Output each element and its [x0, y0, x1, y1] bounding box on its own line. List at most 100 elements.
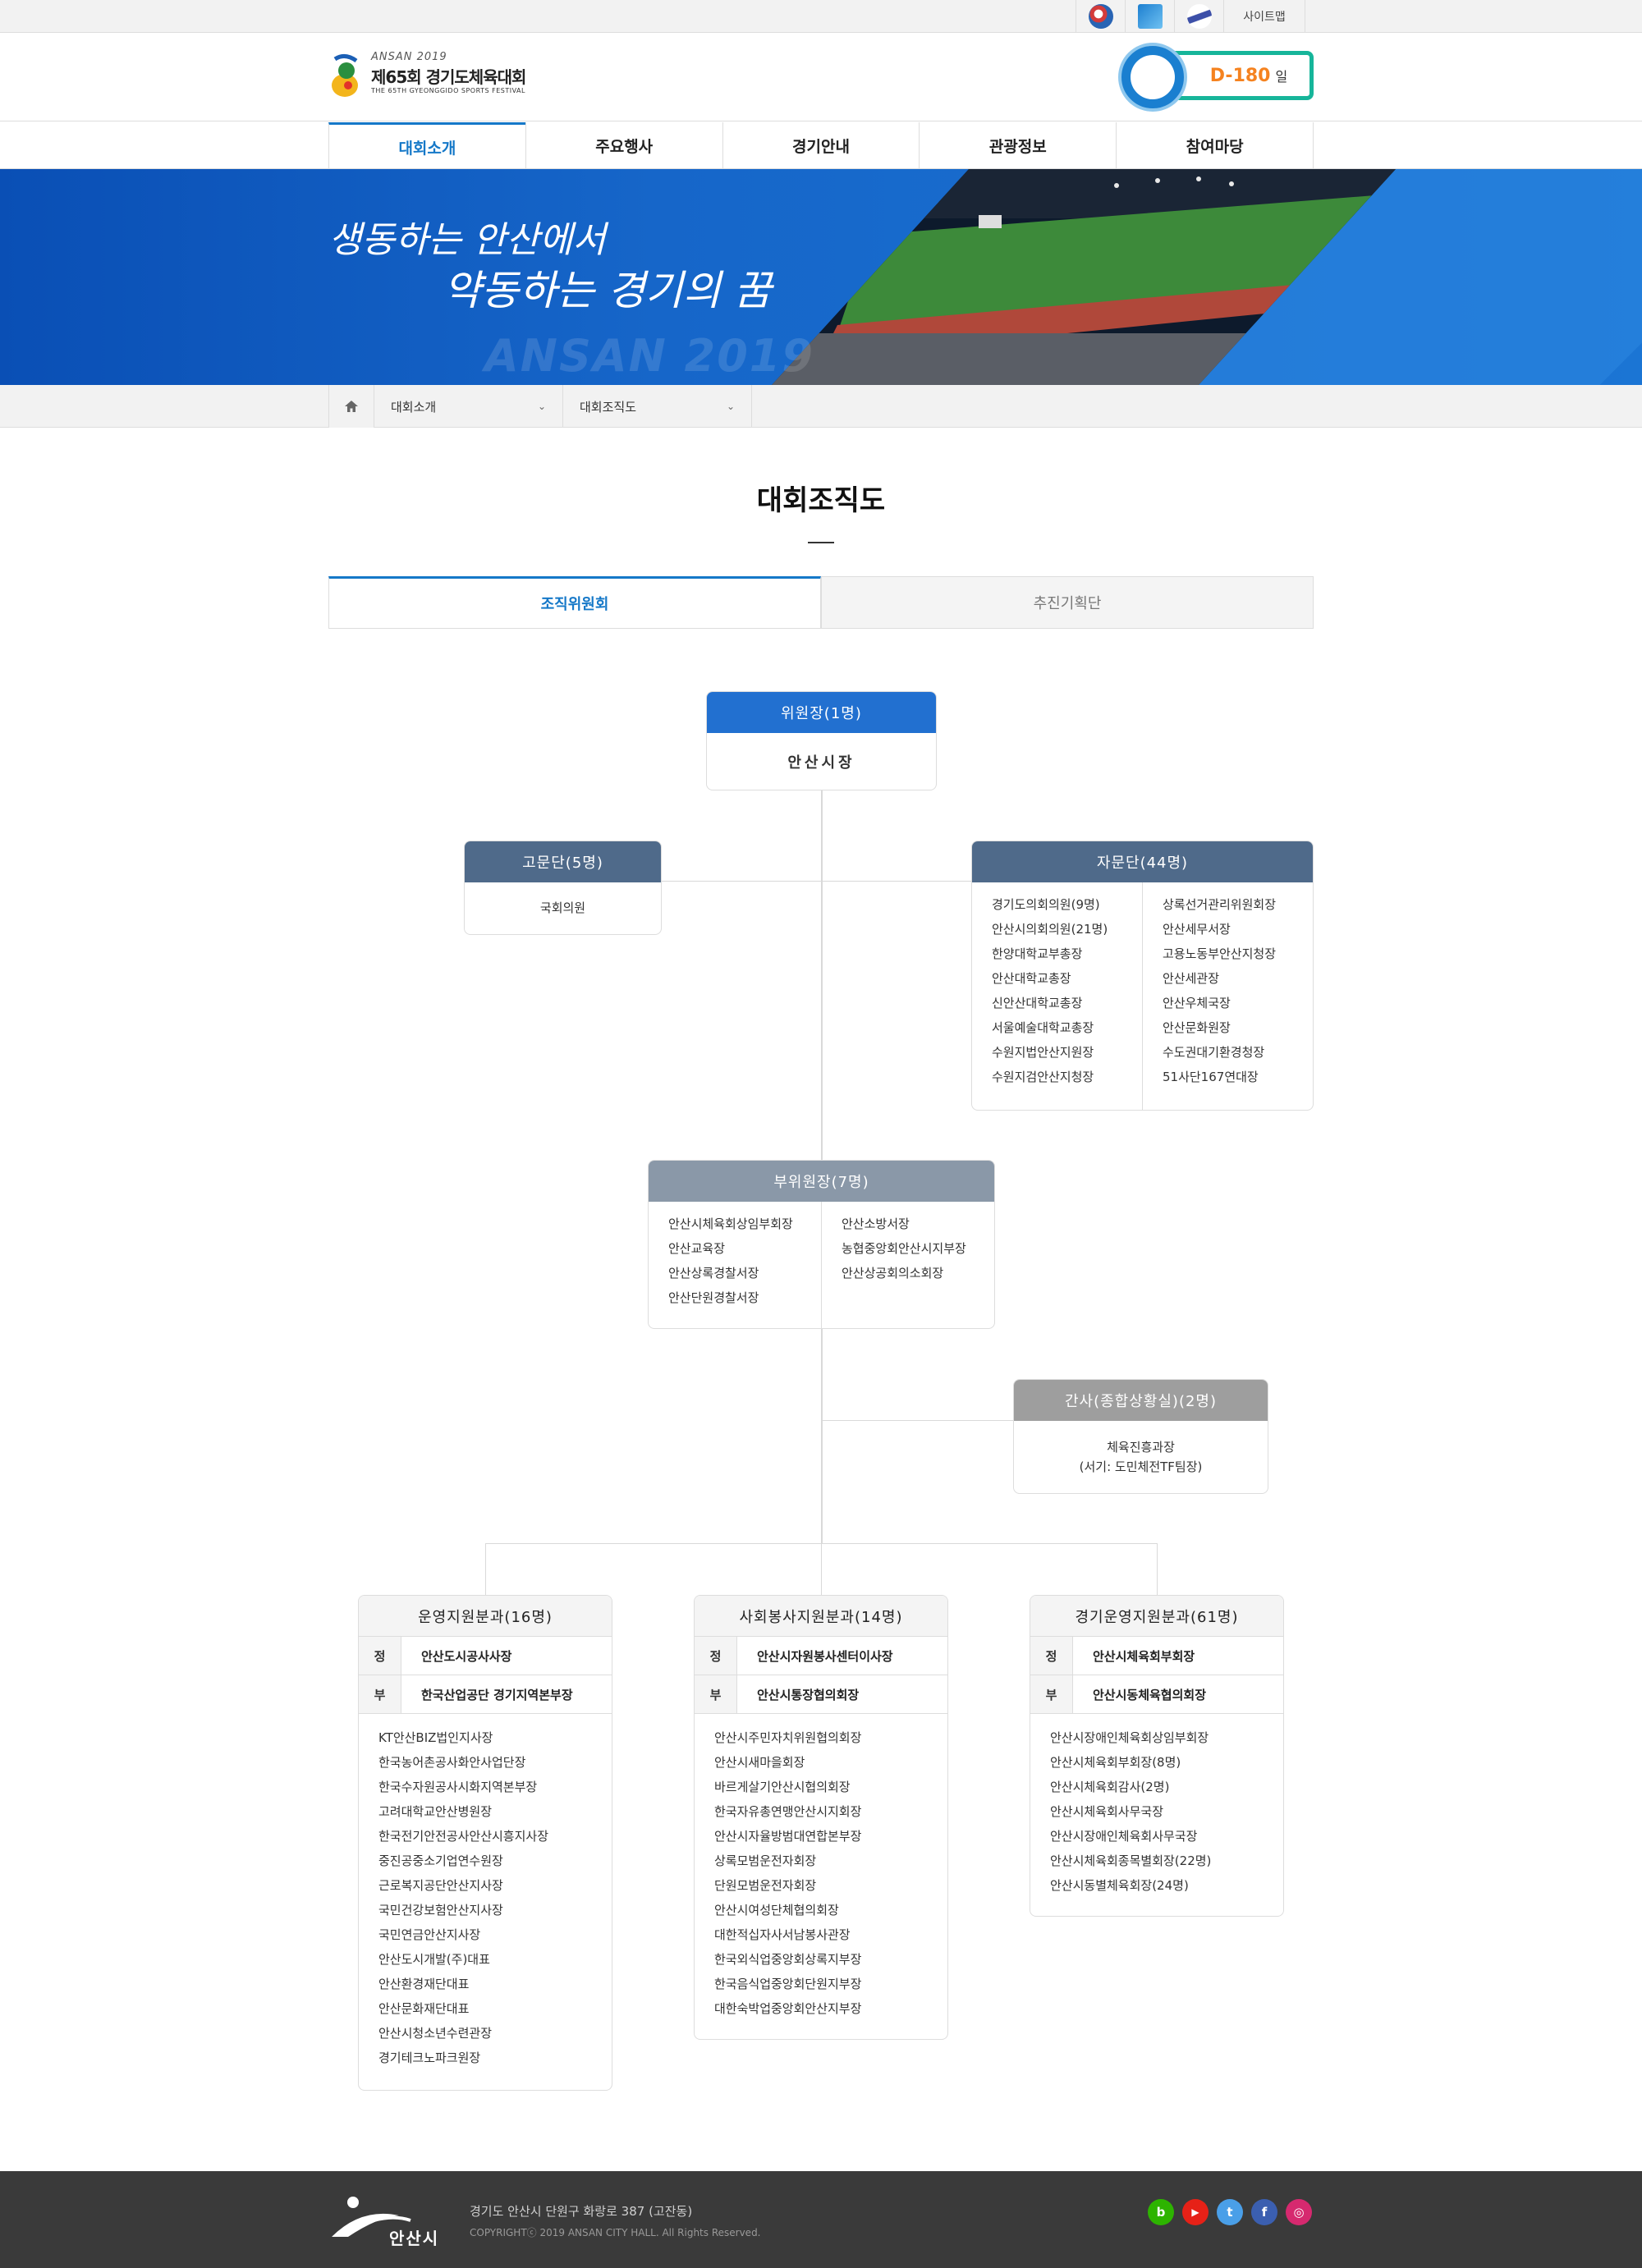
dday-box: D-180 일: [1167, 51, 1314, 100]
festival-logo[interactable]: ANSAN 2019 제65회 경기도체육대회 THE 65TH GYEONGG…: [328, 49, 542, 103]
breadcrumb-level1-select[interactable]: 대회소개 ⌄: [374, 385, 563, 428]
list-item: 국민건강보험안산지사장: [378, 1903, 503, 1917]
list-item: 안산문화재단대표: [378, 2001, 470, 2016]
deputy-key: 부: [359, 1675, 401, 1713]
chief-value: 안산시체육회부회장: [1093, 1648, 1195, 1664]
connector-line: [485, 1543, 486, 1595]
list-item: 한국자유총연맹안산시지회장: [714, 1804, 862, 1819]
list-item: 농협중앙회안산시지부장: [842, 1241, 966, 1256]
banner-slogan-line2: 약동하는 경기의 꿈: [443, 267, 772, 314]
mascot-logo-icon: [332, 54, 358, 97]
flag-link[interactable]: [1125, 0, 1174, 33]
tab-planning-team[interactable]: 추진기획단: [821, 576, 1314, 629]
list-item: 한국음식업중앙회단원지부장: [714, 1977, 862, 1991]
list-item: 한국외식업중앙회상록지부장: [714, 1952, 862, 1967]
committee-heading: 사회봉사지원분과(14명): [695, 1596, 947, 1637]
deputy-value: 한국산업공단 경기지역본부장: [421, 1687, 573, 1702]
footer-copyright: COPYRIGHTⓒ 2019 ANSAN CITY HALL. All Rig…: [470, 2227, 761, 2238]
list-item: 신안산대학교총장: [992, 996, 1083, 1010]
list-item: 안산시주민자치위원협의회장: [714, 1730, 862, 1745]
gyeonggi-emblem-link[interactable]: [1076, 0, 1125, 33]
list-item: 수원지법안산지원장: [992, 1045, 1094, 1060]
footer-logo-text: 안산시: [389, 2229, 440, 2248]
nav-item-participation[interactable]: 참여마당: [1116, 122, 1314, 169]
home-button[interactable]: [328, 385, 374, 428]
stadium-photo: [772, 169, 1396, 385]
banner-slogan-line1: 생동하는 안산에서: [328, 219, 606, 261]
dday-counter: D-180 일: [1118, 43, 1314, 112]
page: 사이트맵 ANSAN 2019 제65회 경기도체육대회 THE 65TH GY…: [0, 0, 1642, 2268]
list-item: 안산시체육회종목별회장(22명): [1050, 1853, 1212, 1868]
advisors-heading: 고문단(5명): [465, 841, 661, 882]
secretary-line2: (서기: 도민체전TF팀장): [1079, 1459, 1203, 1474]
list-item: 안산교육장: [668, 1241, 726, 1256]
committee-member-list: 안산시주민자치위원협의회장 안산시새마을회장 바르게살기안산시협의회장 한국자유…: [695, 1714, 947, 2032]
list-item: 안산상공회의소회장: [842, 1266, 944, 1281]
sitemap-link[interactable]: 사이트맵: [1223, 0, 1305, 33]
deputy-value: 안산시동체육협의회장: [1093, 1687, 1207, 1702]
ansan-emblem-link[interactable]: [1174, 0, 1223, 33]
list-item: 한양대학교부총장: [992, 946, 1083, 961]
list-item: 상록선거관리위원회장: [1163, 897, 1277, 912]
committee-heading: 경기운영지원분과(61명): [1030, 1596, 1283, 1637]
list-item: 안산도시개발(주)대표: [378, 1952, 490, 1967]
blog-icon[interactable]: b: [1148, 2199, 1174, 2225]
list-item: 국민연금안산지사장: [378, 1927, 481, 1942]
chief-value: 안산도시공사사장: [421, 1648, 512, 1664]
list-item: 수도권대기환경청장: [1163, 1045, 1265, 1060]
list-item: 안산세무서장: [1163, 922, 1231, 937]
dday-badge-icon: [1118, 43, 1187, 112]
ansan-footer-logo: 안산시: [328, 2191, 443, 2248]
list-item: 한국수자원공사시화지역본부장: [378, 1780, 538, 1794]
page-title: 대회조직도: [756, 484, 886, 517]
youtube-icon[interactable]: ▶: [1182, 2199, 1209, 2225]
list-item: 안산시청소년수련관장: [378, 2026, 493, 2041]
instagram-icon[interactable]: ◎: [1286, 2199, 1312, 2225]
connector-line: [1157, 1543, 1158, 1595]
list-item: 안산시장애인체육회사무국장: [1050, 1829, 1198, 1844]
tab-organizing-committee[interactable]: 조직위원회: [328, 576, 821, 629]
hero-banner: 생동하는 안산에서 약동하는 경기의 꿈 ANSAN 2019: [0, 169, 1642, 385]
org-box-vice-chairs: 부위원장(7명) 안산시체육회상임부회장 안산교육장 안산상록경찰서장 안산단원…: [648, 1160, 995, 1329]
twitter-icon[interactable]: t: [1217, 2199, 1243, 2225]
nav-item-tourism[interactable]: 관광정보: [919, 122, 1116, 169]
list-item: 안산우체국장: [1163, 996, 1231, 1010]
nav-item-about[interactable]: 대회소개: [328, 122, 525, 169]
list-item: 서울예술대학교총장: [992, 1020, 1094, 1035]
list-item: 안산시체육회감사(2명): [1050, 1780, 1170, 1794]
logo-title-text: 제65회 경기도체육대회: [371, 67, 526, 87]
footer-address: 경기도 안산시 단원구 화랑로 387 (고잔동): [470, 2204, 693, 2219]
nav-item-events[interactable]: 주요행사: [525, 122, 722, 169]
list-item: 상록모범운전자회장: [714, 1853, 817, 1868]
connector-line: [661, 881, 971, 882]
list-item: 대한적십자사서남봉사관장: [714, 1927, 851, 1942]
vice-chairs-heading: 부위원장(7명): [649, 1161, 994, 1202]
list-item: 고려대학교안산병원장: [378, 1804, 493, 1819]
list-item: 단원모범운전자회장: [714, 1878, 817, 1893]
vice-chairs-right-list: 안산소방서장 농협중앙회안산시지부장 안산상공회의소회장: [821, 1202, 994, 1328]
ansan-emblem-icon: [1186, 4, 1212, 29]
site-header: ANSAN 2019 제65회 경기도체육대회 THE 65TH GYEONGG…: [0, 33, 1642, 121]
list-item: 안산단원경찰서장: [668, 1290, 759, 1305]
list-item: KT안산BIZ법인지사장: [378, 1730, 493, 1745]
sns-links: b ▶ t f ◎: [1148, 2199, 1312, 2225]
chief-value: 안산시자원봉사센터이사장: [757, 1648, 893, 1664]
facebook-icon[interactable]: f: [1251, 2199, 1277, 2225]
title-divider: [808, 542, 834, 543]
list-item: 안산상록경찰서장: [668, 1266, 759, 1281]
committee-member-list: 안산시장애인체육회상임부회장 안산시체육회부회장(8명) 안산시체육회감사(2명…: [1030, 1714, 1283, 1909]
list-item: 안산시체육회상임부회장: [668, 1216, 793, 1231]
site-footer: 안산시 경기도 안산시 단원구 화랑로 387 (고잔동) COPYRIGHTⓒ…: [0, 2171, 1642, 2268]
nav-item-games[interactable]: 경기안내: [722, 122, 920, 169]
chevron-down-icon: ⌄: [537, 401, 546, 412]
connector-line: [821, 1543, 822, 1595]
chief-key: 정: [359, 1637, 401, 1675]
flag-icon: [1137, 4, 1163, 29]
list-item: 안산세관장: [1163, 971, 1220, 986]
banner-watermark: ANSAN 2019: [484, 330, 814, 382]
list-item: 중진공중소기업연수원장: [378, 1853, 503, 1868]
chair-heading: 위원장(1명): [707, 692, 936, 733]
consultants-heading: 자문단(44명): [972, 841, 1313, 882]
breadcrumb-level2-select[interactable]: 대회조직도 ⌄: [563, 385, 752, 428]
list-item: 안산소방서장: [842, 1216, 910, 1231]
